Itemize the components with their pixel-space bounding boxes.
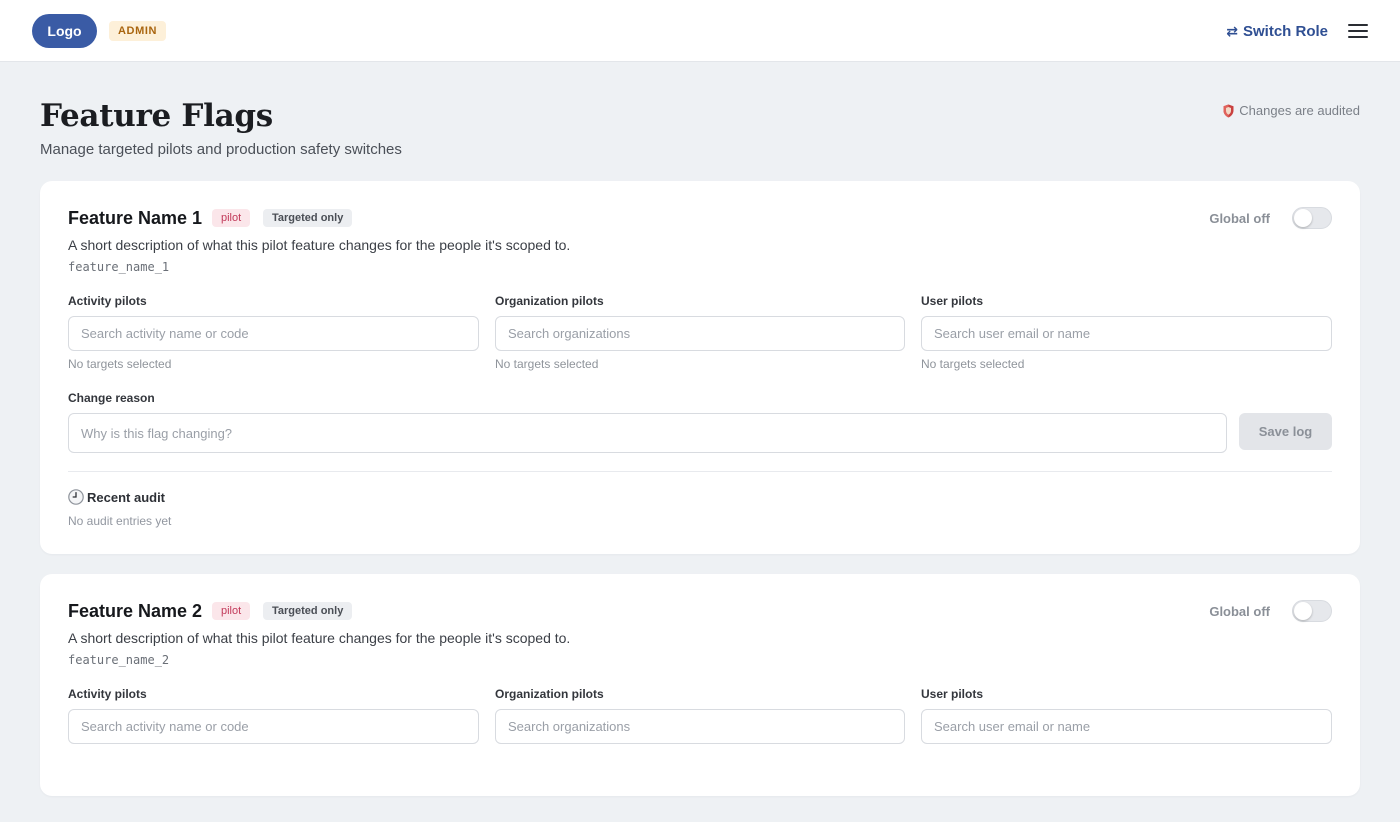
audit-notice-text: Changes are audited (1239, 103, 1360, 118)
activity-pilots-label: Activity pilots (68, 687, 147, 701)
global-toggle[interactable] (1292, 207, 1332, 229)
user-pilots-label: User pilots (921, 687, 984, 701)
pilot-tag: pilot (212, 602, 251, 620)
feature-key: feature_name_2 (68, 653, 170, 667)
activity-pilots-empty: No targets selected (68, 357, 172, 371)
organization-pilots-empty: No targets selected (495, 357, 599, 371)
logo[interactable]: Logo (32, 14, 97, 48)
recent-audit-heading: Recent audit (68, 489, 165, 505)
user-pilots-search-input[interactable] (921, 316, 1332, 351)
feature-card: Feature Name 2 pilot Targeted only Globa… (40, 574, 1360, 796)
change-reason-label: Change reason (68, 391, 155, 405)
switch-role-button[interactable]: ⇄ Switch Role (1226, 21, 1328, 41)
hamburger-menu-icon[interactable] (1348, 22, 1368, 40)
divider (68, 471, 1332, 472)
feature-name: Feature Name 1 (68, 208, 203, 228)
pilot-tag: pilot (212, 209, 251, 227)
page-subtitle: Manage targeted pilots and production sa… (40, 141, 402, 158)
organization-pilots-label: Organization pilots (495, 294, 604, 308)
user-pilots-search-input[interactable] (921, 709, 1332, 744)
feature-name: Feature Name 2 (68, 601, 203, 621)
recent-audit-label: Recent audit (87, 489, 166, 505)
change-reason-input[interactable] (68, 413, 1227, 453)
top-bar: Logo ADMIN ⇄ Switch Role (0, 0, 1400, 62)
organization-pilots-search-input[interactable] (495, 316, 905, 351)
user-pilots-label: User pilots (921, 294, 984, 308)
global-toggle-label: Global off (1209, 604, 1270, 619)
activity-pilots-search-input[interactable] (68, 709, 479, 744)
clock-icon (68, 489, 84, 505)
audit-notice: Changes are audited (1223, 103, 1360, 118)
global-toggle[interactable] (1292, 600, 1332, 622)
organization-pilots-search-input[interactable] (495, 709, 905, 744)
page-title: Feature Flags (40, 98, 273, 134)
global-toggle-label: Global off (1209, 211, 1270, 226)
shield-icon (1223, 104, 1234, 117)
toggle-knob (1294, 209, 1312, 227)
user-pilots-empty: No targets selected (921, 357, 1025, 371)
activity-pilots-label: Activity pilots (68, 294, 147, 308)
save-log-button[interactable]: Save log (1239, 413, 1332, 450)
scope-tag: Targeted only (263, 602, 353, 620)
switch-role-label: Switch Role (1242, 22, 1328, 40)
feature-description: A short description of what this pilot f… (68, 237, 571, 253)
scope-tag: Targeted only (263, 209, 353, 227)
swap-arrows-icon: ⇄ (1226, 22, 1238, 39)
toggle-knob (1294, 602, 1312, 620)
feature-key: feature_name_1 (68, 260, 170, 274)
activity-pilots-search-input[interactable] (68, 316, 479, 351)
role-badge: ADMIN (109, 21, 167, 41)
feature-card: Feature Name 1 pilot Targeted only Globa… (40, 181, 1360, 554)
organization-pilots-label: Organization pilots (495, 687, 604, 701)
feature-description: A short description of what this pilot f… (68, 630, 571, 646)
audit-empty-text: No audit entries yet (68, 514, 172, 528)
